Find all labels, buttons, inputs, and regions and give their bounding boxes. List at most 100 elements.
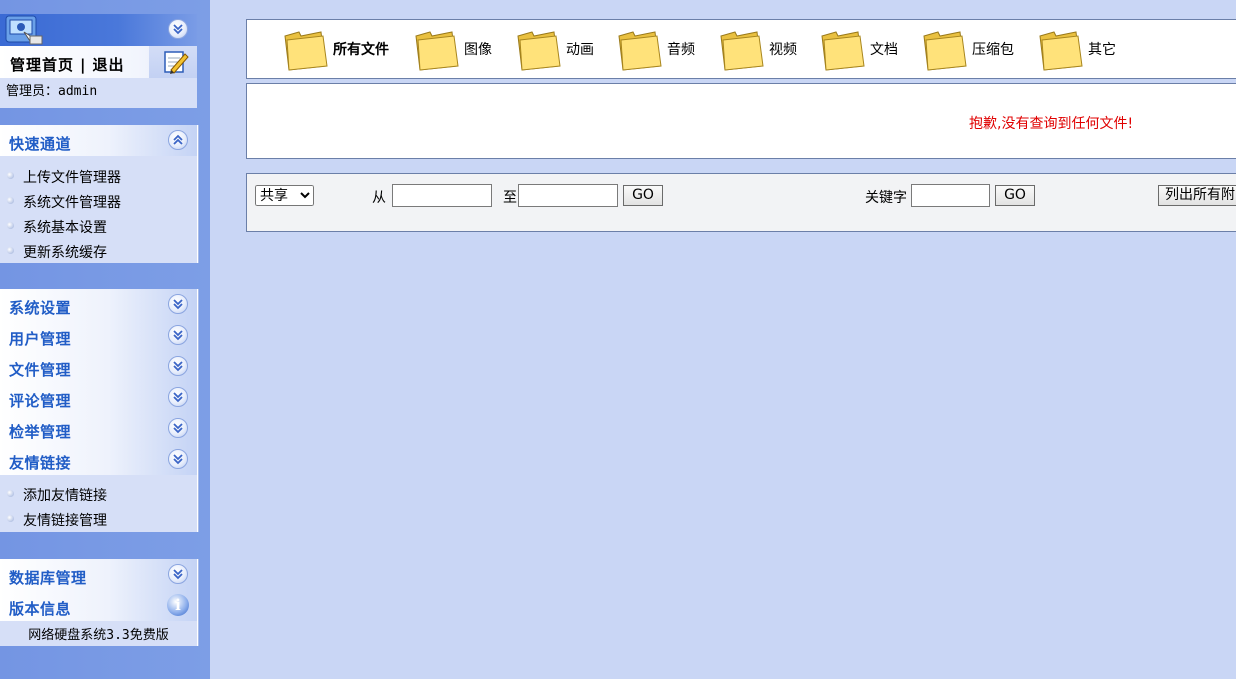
expand-button[interactable] bbox=[168, 325, 188, 345]
bullet-icon bbox=[7, 197, 14, 204]
sidebar: 管理首页 | 退出 管理员：admin 快速通道 上传文件管理器 系统文件管理器… bbox=[0, 0, 210, 679]
type-label: 所有文件 bbox=[333, 42, 389, 58]
expand-button[interactable] bbox=[168, 449, 188, 469]
to-label: 至 bbox=[503, 190, 517, 206]
folder-icon bbox=[1039, 31, 1083, 71]
edit-button[interactable] bbox=[149, 46, 197, 78]
section-system-settings[interactable]: 系统设置 bbox=[0, 289, 197, 320]
section-comment-management[interactable]: 评论管理 bbox=[0, 382, 197, 413]
admin-name: admin bbox=[58, 84, 98, 99]
quick-access-panel: 快速通道 上传文件管理器 系统文件管理器 系统基本设置 更新系统缓存 bbox=[0, 125, 198, 263]
home-link[interactable]: 管理首页 bbox=[10, 56, 74, 74]
chevron-down-icon bbox=[173, 299, 183, 310]
chevron-down-icon bbox=[173, 330, 183, 341]
result-area: 抱歉,没有查询到任何文件! bbox=[246, 83, 1236, 159]
date-go-button[interactable]: GO bbox=[623, 185, 663, 206]
quick-item-label: 系统文件管理器 bbox=[23, 195, 121, 211]
system-info-panel: 数据库管理 版本信息 i 网络硬盘系统3.3免费版 bbox=[0, 559, 198, 646]
folder-icon bbox=[415, 31, 459, 71]
folder-icon bbox=[618, 31, 662, 71]
sidebar-header bbox=[0, 14, 197, 46]
section-title: 数据库管理 bbox=[9, 569, 87, 587]
share-select[interactable]: 共享 bbox=[255, 185, 314, 206]
keyword-go-button[interactable]: GO bbox=[995, 185, 1035, 206]
type-animations[interactable]: 动画 bbox=[514, 25, 594, 73]
expand-button[interactable] bbox=[168, 418, 188, 438]
no-result-message: 抱歉,没有查询到任何文件! bbox=[969, 116, 1134, 132]
type-audio[interactable]: 音频 bbox=[615, 25, 695, 73]
link-item-manage[interactable]: 友情链接管理 bbox=[0, 509, 197, 534]
expand-button[interactable] bbox=[168, 564, 188, 584]
section-version-info[interactable]: 版本信息 i bbox=[0, 590, 197, 621]
version-text: 网络硬盘系统3.3免费版 bbox=[28, 628, 169, 643]
link-item-label: 友情链接管理 bbox=[23, 513, 107, 529]
sidebar-header-collapse-button[interactable] bbox=[168, 19, 188, 39]
quick-item-upload-manager[interactable]: 上传文件管理器 bbox=[0, 166, 197, 191]
bullet-icon bbox=[7, 172, 14, 179]
bullet-icon bbox=[7, 222, 14, 229]
quick-item-label: 更新系统缓存 bbox=[23, 245, 107, 261]
type-all-files[interactable]: 所有文件 bbox=[281, 25, 389, 73]
section-title: 友情链接 bbox=[9, 454, 72, 472]
section-friend-links[interactable]: 友情链接 bbox=[0, 444, 197, 475]
quick-item-basic-settings[interactable]: 系统基本设置 bbox=[0, 216, 197, 241]
chevron-down-icon bbox=[173, 392, 183, 403]
expand-button[interactable] bbox=[168, 294, 188, 314]
type-other[interactable]: 其它 bbox=[1036, 25, 1116, 73]
section-user-management[interactable]: 用户管理 bbox=[0, 320, 197, 351]
folder-icon bbox=[821, 31, 865, 71]
bullet-icon bbox=[7, 490, 14, 497]
section-file-management[interactable]: 文件管理 bbox=[0, 351, 197, 382]
quick-item-update-cache[interactable]: 更新系统缓存 bbox=[0, 241, 197, 266]
expand-button[interactable] bbox=[168, 387, 188, 407]
bullet-icon bbox=[7, 515, 14, 522]
section-report-management[interactable]: 检举管理 bbox=[0, 413, 197, 444]
section-title: 检举管理 bbox=[9, 423, 72, 441]
section-title: 用户管理 bbox=[9, 330, 72, 348]
chevron-down-icon bbox=[173, 361, 183, 372]
folder-icon bbox=[720, 31, 764, 71]
quick-access-collapse-button[interactable] bbox=[168, 130, 188, 150]
menu-separator: | bbox=[80, 56, 87, 74]
folder-icon bbox=[923, 31, 967, 71]
from-label: 从 bbox=[372, 190, 386, 206]
type-documents[interactable]: 文档 bbox=[818, 25, 898, 73]
keyword-label: 关键字 bbox=[865, 190, 907, 206]
type-images[interactable]: 图像 bbox=[412, 25, 492, 73]
edit-note-icon bbox=[164, 51, 189, 74]
keyword-input[interactable] bbox=[911, 184, 990, 207]
chevron-down-icon bbox=[173, 454, 183, 465]
section-title: 文件管理 bbox=[9, 361, 72, 379]
filter-bar: 共享 从 至 GO 关键字 GO 列出所有附 bbox=[246, 173, 1236, 232]
section-title: 系统设置 bbox=[9, 299, 72, 317]
section-database-management[interactable]: 数据库管理 bbox=[0, 559, 197, 590]
chevron-up-icon bbox=[173, 134, 183, 145]
type-video[interactable]: 视频 bbox=[717, 25, 797, 73]
type-archives[interactable]: 压缩包 bbox=[920, 25, 1014, 73]
type-label: 视频 bbox=[769, 42, 797, 58]
from-date-input[interactable] bbox=[392, 184, 492, 207]
type-label: 压缩包 bbox=[972, 42, 1014, 58]
expand-button[interactable] bbox=[168, 356, 188, 376]
list-all-button[interactable]: 列出所有附 bbox=[1158, 185, 1236, 206]
section-title: 版本信息 bbox=[9, 600, 72, 618]
to-date-input[interactable] bbox=[518, 184, 618, 207]
file-type-bar: 所有文件 图像 动画 音频 视频 文档 压缩包 其它 bbox=[246, 19, 1236, 79]
logout-link[interactable]: 退出 bbox=[93, 56, 125, 74]
quick-access-title: 快速通道 bbox=[9, 135, 72, 153]
folder-icon bbox=[284, 31, 328, 71]
management-panel: 系统设置 用户管理 文件管理 评论管理 检举管理 友情链接 添加友情链接 友情链… bbox=[0, 289, 198, 532]
quick-item-label: 系统基本设置 bbox=[23, 220, 107, 236]
quick-item-system-file-manager[interactable]: 系统文件管理器 bbox=[0, 191, 197, 216]
section-title: 评论管理 bbox=[9, 392, 72, 410]
type-label: 其它 bbox=[1088, 42, 1116, 58]
chevron-down-icon bbox=[173, 569, 183, 580]
quick-access-header[interactable]: 快速通道 bbox=[0, 125, 197, 156]
admin-label: 管理员： bbox=[6, 84, 59, 99]
link-item-label: 添加友情链接 bbox=[23, 488, 107, 504]
folder-icon bbox=[517, 31, 561, 71]
bullet-icon bbox=[7, 247, 14, 254]
type-label: 音频 bbox=[667, 42, 695, 58]
top-menu: 管理首页 | 退出 bbox=[0, 46, 197, 78]
link-item-add[interactable]: 添加友情链接 bbox=[0, 484, 197, 509]
